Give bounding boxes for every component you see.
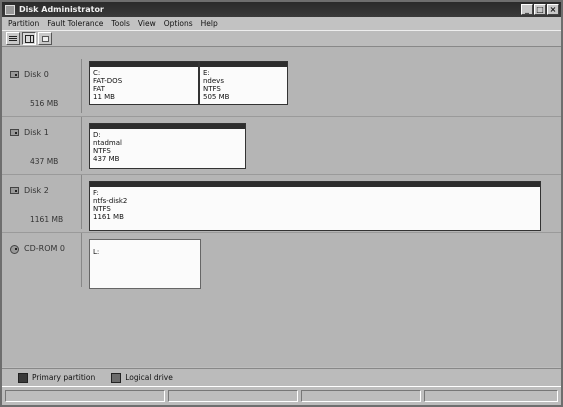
window-title: Disk Administrator — [19, 5, 104, 14]
disk-row-2: Disk 2 1161 MB F: ntfs-disk2 NTFS 1161 M… — [2, 175, 561, 233]
partition-d[interactable]: D: ntadmal NTFS 437 MB — [89, 123, 246, 169]
status-cell-3 — [301, 390, 421, 402]
disk-row-0: Disk 0 516 MB C: FAT-DOS FAT 11 MB E: nd… — [2, 59, 561, 117]
partition-fs: NTFS — [203, 85, 221, 93]
legend-primary: Primary partition — [18, 372, 96, 383]
window-controls: _ □ × — [521, 4, 559, 15]
partition-fs: FAT — [93, 85, 105, 93]
close-button[interactable]: × — [547, 4, 559, 15]
disk-label-0[interactable]: Disk 0 516 MB — [2, 59, 82, 113]
disk-size: 437 MB — [30, 157, 59, 166]
partition-label: FAT-DOS — [93, 77, 123, 85]
hard-disk-icon — [10, 71, 19, 78]
primary-partition-bar — [90, 182, 540, 187]
cd-rom-icon — [10, 245, 19, 254]
disk-view-icon[interactable] — [6, 32, 20, 45]
disk-administrator-window: Disk Administrator _ □ × Partition Fault… — [0, 0, 563, 407]
legend-logical: Logical drive — [111, 372, 173, 383]
disk-name: CD-ROM 0 — [24, 244, 66, 253]
disk-label-1[interactable]: Disk 1 437 MB — [2, 117, 82, 171]
partition-drive: C: — [93, 69, 101, 77]
disk-size: 516 MB — [30, 99, 59, 108]
menu-fault-tolerance[interactable]: Fault Tolerance — [47, 19, 103, 28]
menu-options[interactable]: Options — [164, 19, 193, 28]
partition-drive: L: — [93, 248, 100, 256]
status-bar — [2, 386, 561, 405]
hard-disk-icon — [10, 129, 19, 136]
toolbar — [2, 30, 561, 47]
disk-name: Disk 1 — [24, 128, 49, 137]
volume-view-icon[interactable] — [22, 32, 36, 45]
disk-name: Disk 2 — [24, 186, 49, 195]
partition-label: ntadmal — [93, 139, 122, 147]
partition-e[interactable]: E: ndevs NTFS 505 MB — [199, 61, 288, 105]
menu-bar: Partition Fault Tolerance Tools View Opt… — [2, 17, 561, 30]
primary-partition-bar — [90, 62, 198, 67]
status-cell-2 — [168, 390, 298, 402]
menu-tools[interactable]: Tools — [111, 19, 129, 28]
disk-map: Disk 0 516 MB C: FAT-DOS FAT 11 MB E: nd… — [2, 47, 561, 367]
title-bar: Disk Administrator _ □ × — [2, 2, 561, 17]
menu-view[interactable]: View — [138, 19, 156, 28]
legend: Primary partition Logical drive — [2, 368, 561, 386]
disk-row-cdrom: CD-ROM 0 L: — [2, 233, 561, 291]
partition-label: ndevs — [203, 77, 224, 85]
disk-size: 1161 MB — [30, 215, 64, 224]
disk-label-2[interactable]: Disk 2 1161 MB — [2, 175, 82, 229]
menu-partition[interactable]: Partition — [8, 19, 39, 28]
status-cell-4 — [424, 390, 558, 402]
app-icon[interactable] — [5, 4, 15, 15]
disk-label-cdrom[interactable]: CD-ROM 0 — [2, 233, 82, 287]
partition-label: ntfs-disk2 — [93, 197, 128, 205]
partition-drive: E: — [203, 69, 210, 77]
minimize-button[interactable]: _ — [521, 4, 533, 15]
legend-logical-label: Logical drive — [125, 373, 173, 382]
partition-size: 437 MB — [93, 155, 120, 163]
legend-primary-label: Primary partition — [32, 373, 96, 382]
primary-partition-bar — [200, 62, 287, 67]
logical-drive-swatch — [111, 372, 122, 383]
partition-drive: D: — [93, 131, 101, 139]
maximize-button[interactable]: □ — [534, 4, 546, 15]
primary-partition-bar — [90, 124, 245, 129]
disk-row-1: Disk 1 437 MB D: ntadmal NTFS 437 MB — [2, 117, 561, 175]
partition-size: 11 MB — [93, 93, 115, 101]
partition-drive: F: — [93, 189, 99, 197]
disk-name: Disk 0 — [24, 70, 49, 79]
partition-f[interactable]: F: ntfs-disk2 NTFS 1161 MB — [89, 181, 541, 231]
primary-partition-swatch — [18, 372, 28, 383]
partition-l[interactable]: L: — [89, 239, 201, 289]
properties-icon[interactable] — [38, 32, 52, 45]
status-cell-1 — [5, 390, 165, 402]
partition-fs: NTFS — [93, 147, 111, 155]
partition-size: 1161 MB — [93, 213, 124, 221]
partition-c[interactable]: C: FAT-DOS FAT 11 MB — [89, 61, 199, 105]
partition-size: 505 MB — [203, 93, 230, 101]
menu-help[interactable]: Help — [201, 19, 218, 28]
partition-fs: NTFS — [93, 205, 111, 213]
hard-disk-icon — [10, 187, 19, 194]
